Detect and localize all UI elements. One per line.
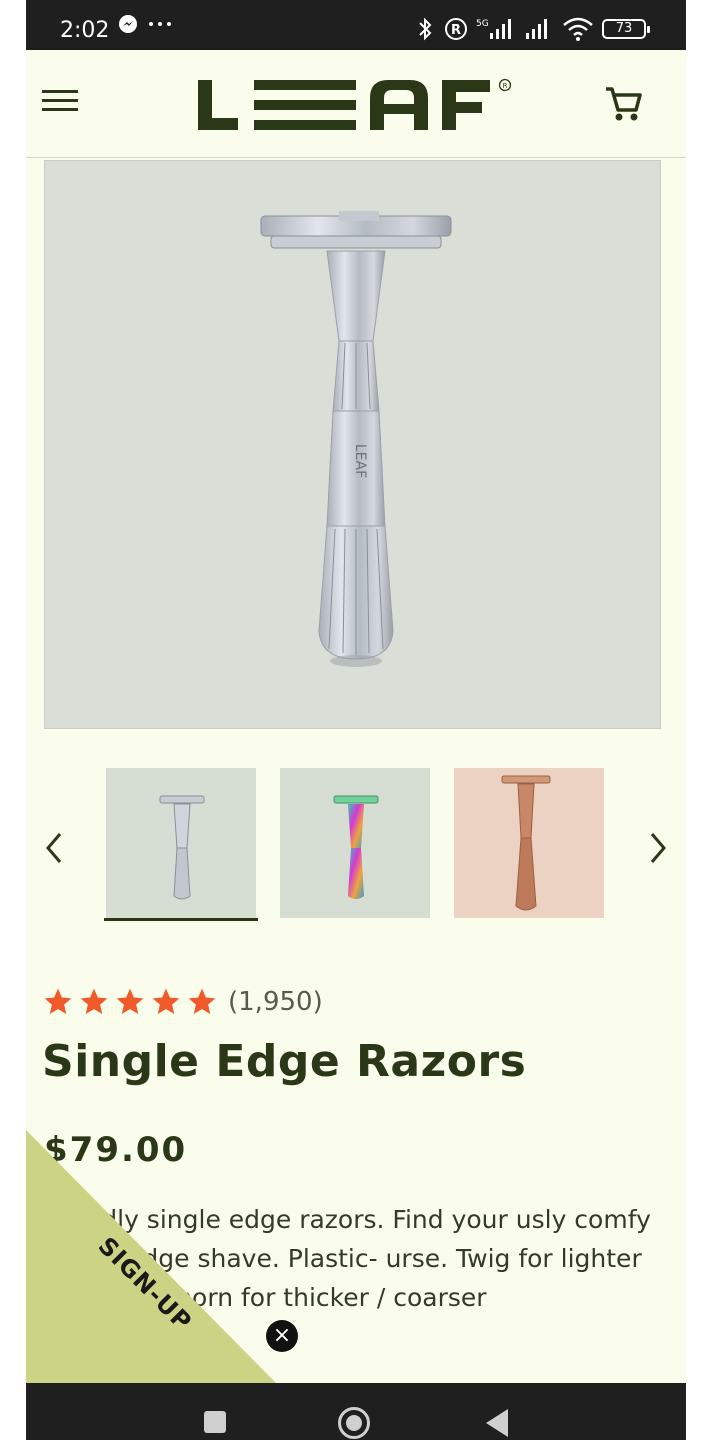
- messenger-icon: [119, 15, 137, 33]
- registered-icon: R: [445, 18, 467, 40]
- product-title: Single Edge Razors: [42, 1036, 527, 1087]
- status-time: 2:02: [60, 18, 110, 43]
- svg-text:LEAF: LEAF: [352, 444, 368, 478]
- hamburger-menu-icon[interactable]: [42, 90, 78, 116]
- silver-razor-image: LEAF: [260, 211, 452, 667]
- thumbnail-carousel: [26, 760, 686, 930]
- close-icon[interactable]: ×: [266, 1320, 298, 1352]
- wifi-icon: [563, 17, 593, 41]
- site-header: R: [26, 50, 686, 158]
- thumbnail-silver-razor[interactable]: [106, 768, 256, 918]
- star-icon: [152, 988, 180, 1014]
- product-hero-image[interactable]: LEAF: [44, 160, 661, 729]
- star-icon: [188, 988, 216, 1014]
- svg-text:R: R: [451, 23, 461, 38]
- recents-button[interactable]: [204, 1411, 226, 1433]
- thumbnail-rose-gold-razor[interactable]: [454, 768, 604, 918]
- chevron-left-icon[interactable]: [42, 830, 66, 866]
- svg-text:5G: 5G: [476, 19, 489, 29]
- status-bar: 2:02 R 5G 73: [26, 0, 686, 50]
- star-icon: [116, 988, 144, 1014]
- app-screen: 2:02 R 5G 73 R LEAF (1,950) Single Edge …: [26, 0, 686, 1440]
- chevron-right-icon[interactable]: [646, 830, 670, 866]
- signal-icon: [526, 19, 547, 39]
- brand-logo[interactable]: R: [198, 78, 514, 132]
- svg-text:R: R: [503, 82, 508, 90]
- star-icon: [44, 988, 72, 1014]
- selected-thumbnail-indicator: [104, 918, 258, 921]
- review-count[interactable]: (1,950): [228, 987, 323, 1017]
- thumbnail-rainbow-razor[interactable]: [280, 768, 430, 918]
- bluetooth-icon: [419, 17, 432, 41]
- back-button[interactable]: [486, 1409, 508, 1437]
- system-nav-bar: [26, 1383, 686, 1440]
- more-dots-icon: [149, 22, 171, 26]
- battery-icon: 73: [602, 19, 650, 39]
- star-icon: [80, 988, 108, 1014]
- cart-icon[interactable]: [604, 84, 644, 124]
- signal-5g-icon: 5G: [476, 19, 511, 39]
- product-rating[interactable]: (1,950): [42, 986, 323, 1018]
- home-button[interactable]: [338, 1407, 370, 1439]
- signup-ribbon[interactable]: [26, 1130, 276, 1383]
